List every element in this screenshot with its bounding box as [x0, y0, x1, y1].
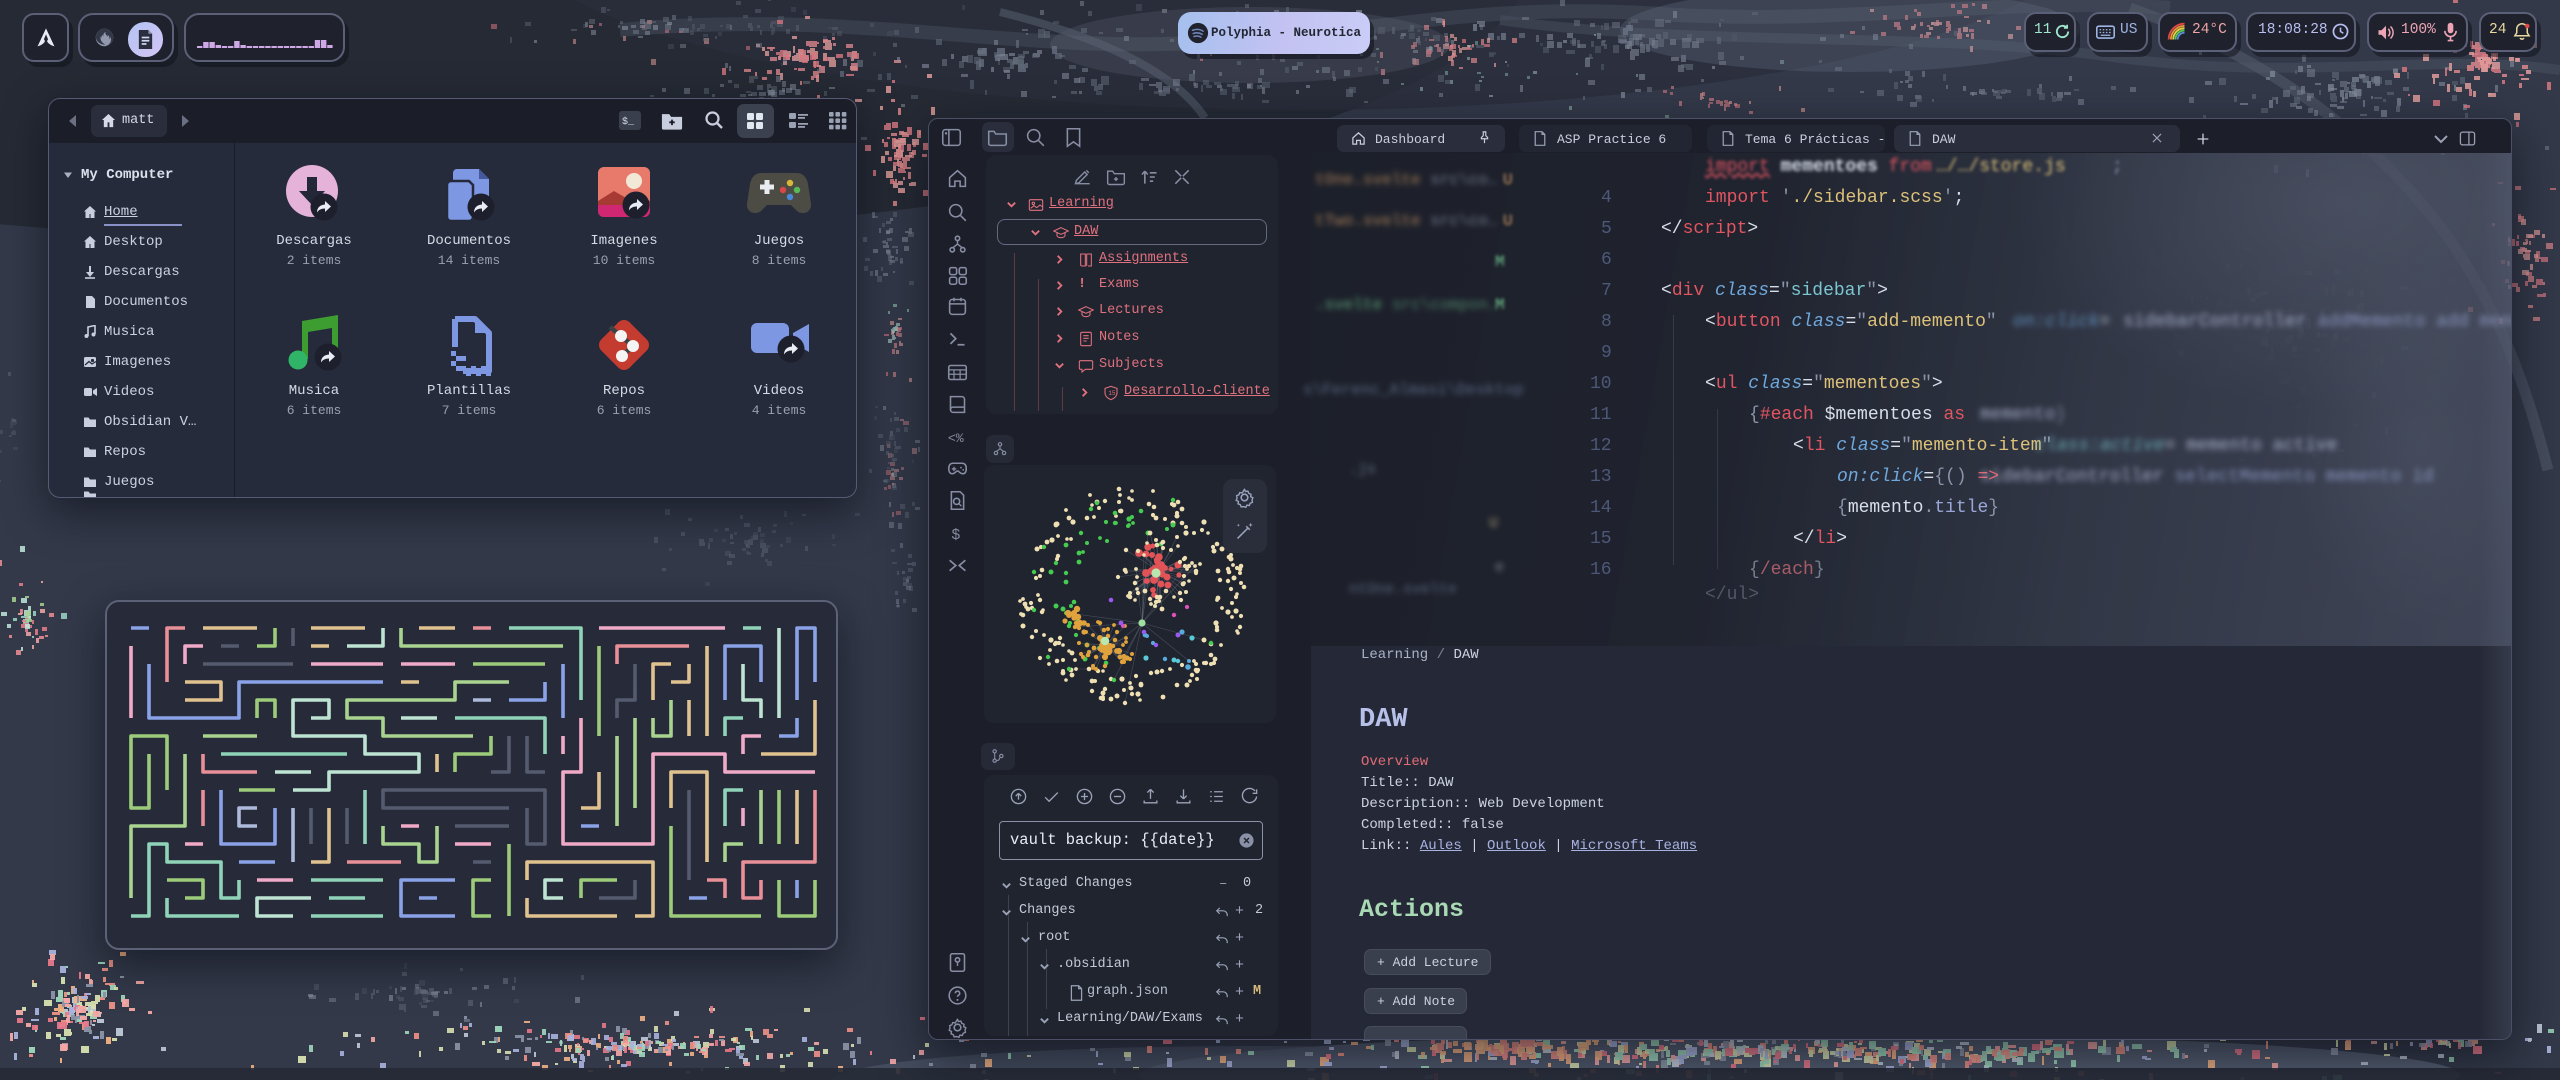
svg-text:$: $ [951, 528, 960, 544]
svg-text:$_: $_ [622, 116, 635, 128]
svg-text:<%: <% [948, 431, 964, 446]
svg-text:15: 15 [1108, 390, 1116, 397]
